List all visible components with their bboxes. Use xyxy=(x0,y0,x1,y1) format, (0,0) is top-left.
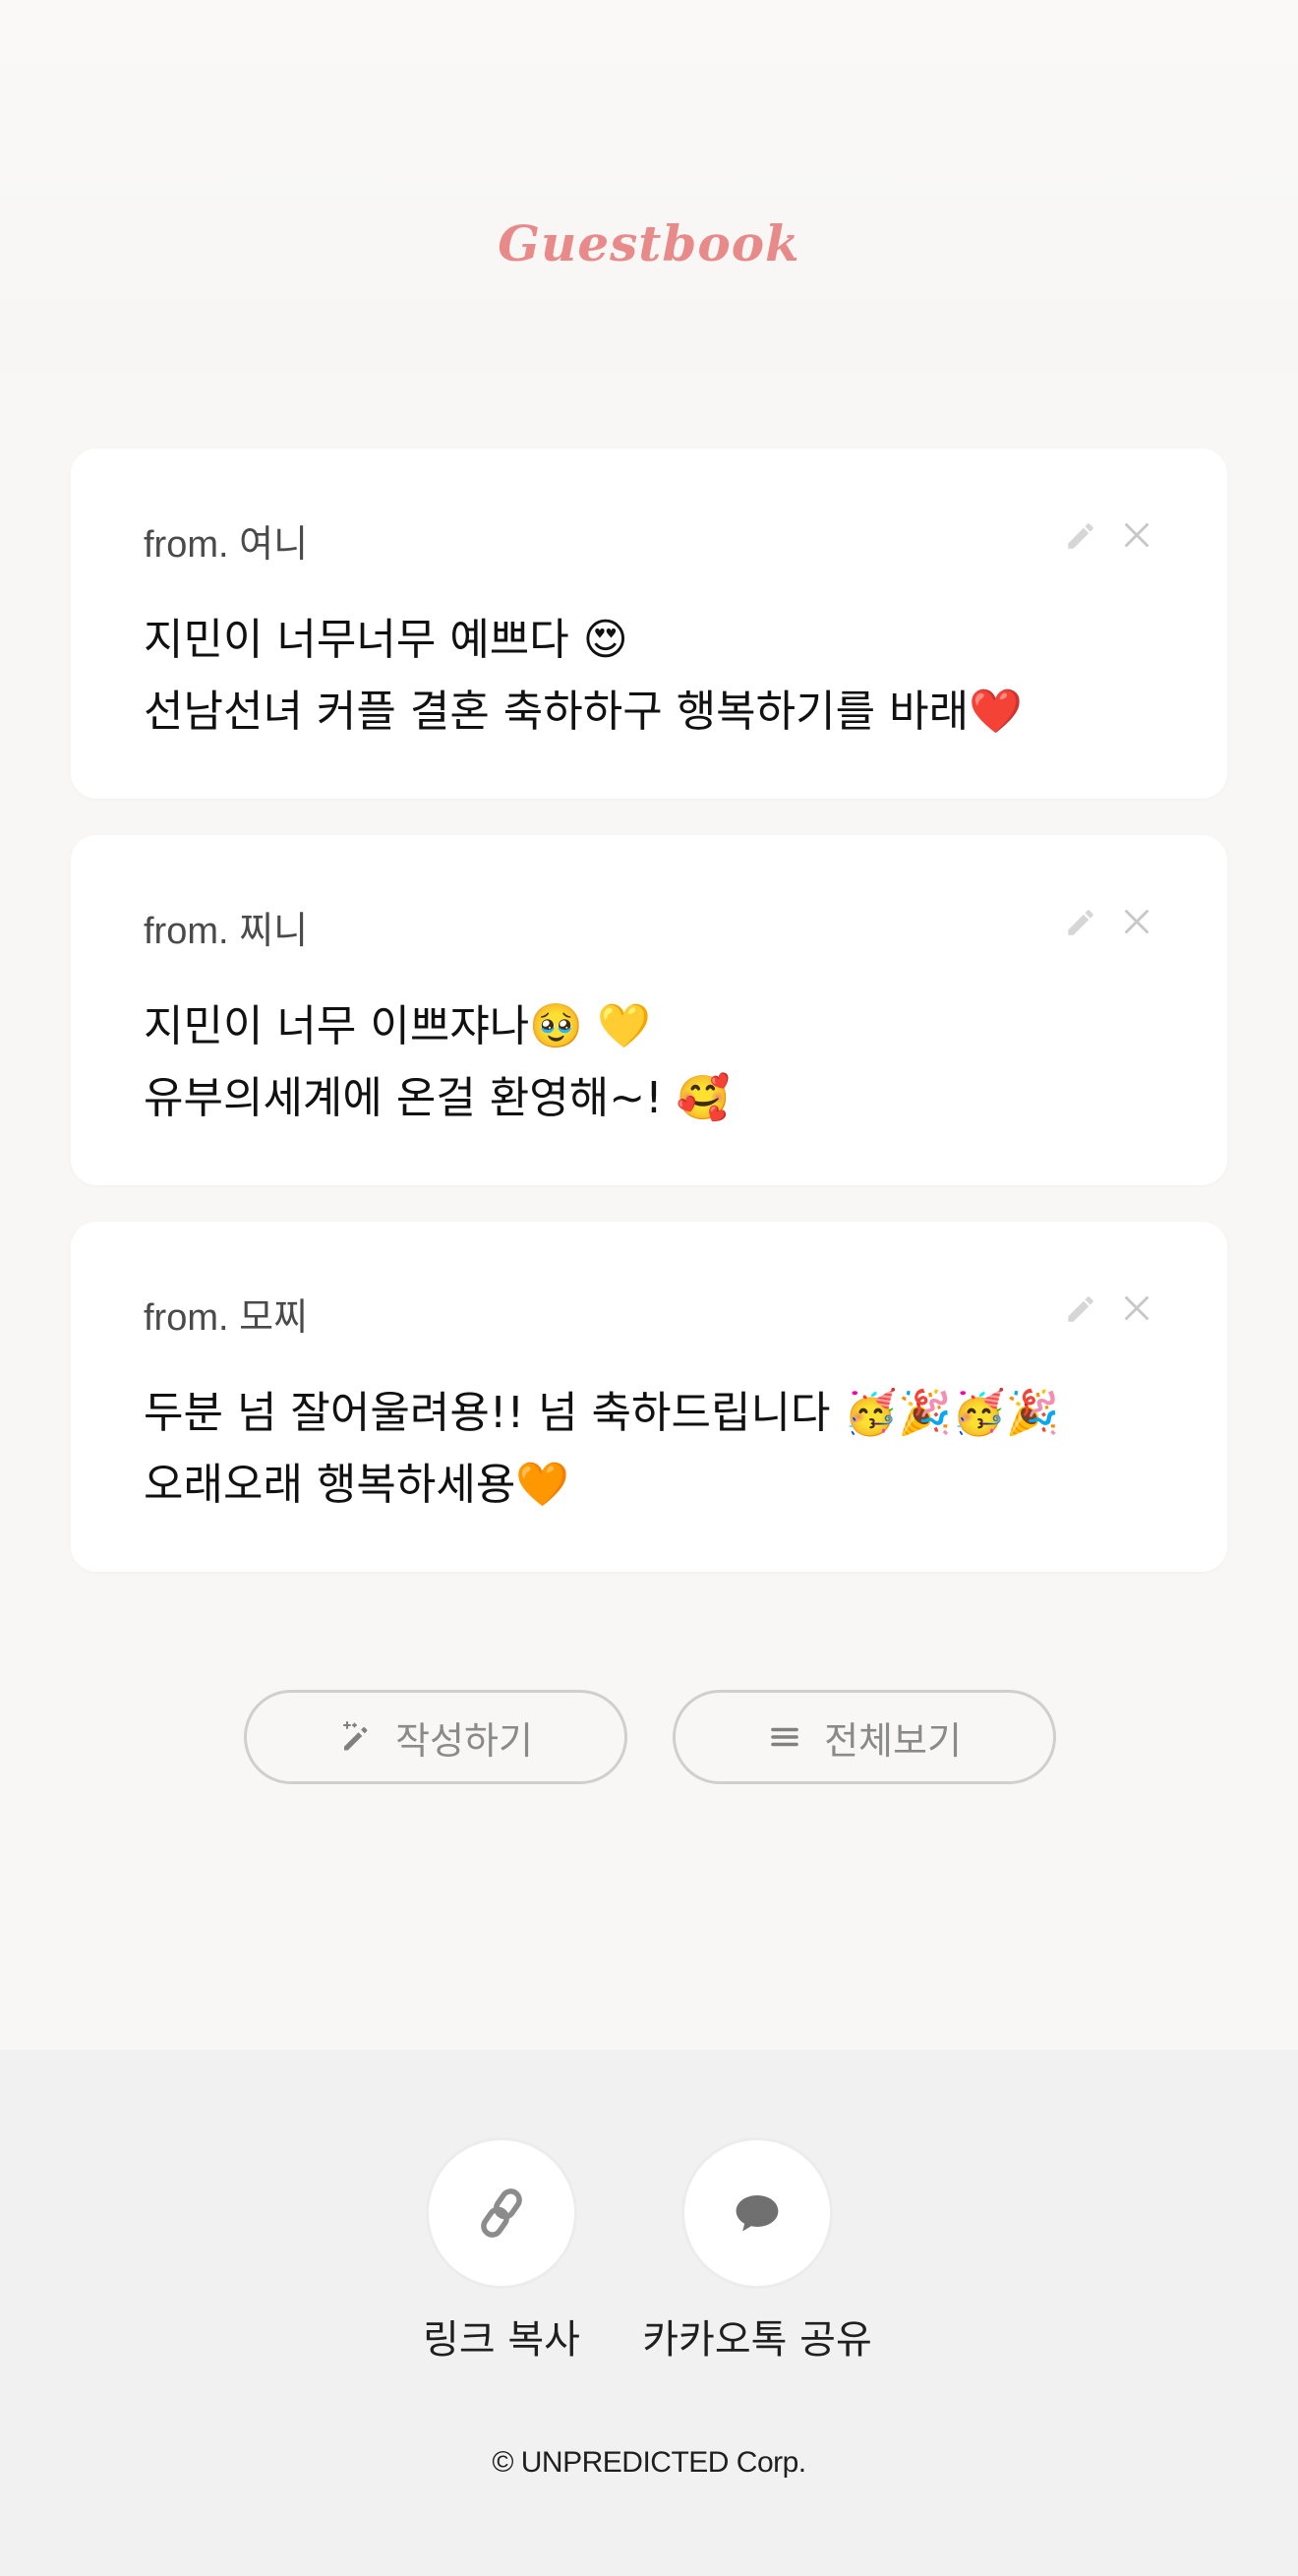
entry-message-line: 오래오래 행복하세용🧡 xyxy=(144,1460,570,1510)
entry-message-line: 지민이 너무 이쁘쟈나🥹 💛 xyxy=(144,1001,651,1051)
view-all-button[interactable]: 전체보기 xyxy=(673,1690,1056,1784)
copy-link-button[interactable]: 링크 복사 xyxy=(374,2140,629,2365)
delete-entry-button[interactable] xyxy=(1119,1290,1154,1326)
kakao-share-button[interactable]: 카카오톡 공유 xyxy=(629,2140,885,2365)
menu-lines-icon xyxy=(771,1727,798,1747)
entry-author: from. 여니 xyxy=(144,524,309,566)
entry-message-line: 지민이 너무너무 예쁘다 😍 xyxy=(144,615,628,665)
page-title: Guestbook xyxy=(498,214,800,272)
write-entry-label: 작성하기 xyxy=(395,1718,533,1763)
pencil-icon xyxy=(1068,910,1093,935)
view-all-label: 전체보기 xyxy=(824,1718,962,1763)
write-entry-button[interactable]: 작성하기 xyxy=(244,1690,627,1784)
header-band xyxy=(0,0,1298,374)
guestbook-entry: from. 여니 지민이 너무너무 예쁘다 😍 선남선녀 커플 결혼 축하하구 … xyxy=(71,449,1227,799)
entry-author: from. 찌니 xyxy=(144,911,309,952)
close-icon xyxy=(1125,523,1149,547)
entry-message: 지민이 너무너무 예쁘다 😍 선남선녀 커플 결혼 축하하구 행복하기를 바래❤… xyxy=(144,604,1166,748)
link-icon xyxy=(481,2188,522,2238)
pencil-icon xyxy=(1068,523,1093,549)
copy-link-circle[interactable] xyxy=(429,2140,574,2286)
magic-pencil-icon xyxy=(343,1720,368,1751)
entry-message: 지민이 너무 이쁘쟈나🥹 💛 유부의세계에 온걸 환영해~! 🥰 xyxy=(144,990,1166,1134)
guestbook-entry: from. 찌니 지민이 너무 이쁘쟈나🥹 💛 유부의세계에 온걸 환영해~! … xyxy=(71,835,1227,1185)
copyright-text: © UNPREDICTED Corp. xyxy=(492,2446,806,2479)
kakao-share-circle[interactable] xyxy=(684,2140,830,2286)
entry-message-line: 유부의세계에 온걸 환영해~! 🥰 xyxy=(144,1073,731,1123)
close-icon xyxy=(1125,910,1149,933)
entry-author: from. 모찌 xyxy=(144,1297,309,1339)
edit-entry-button[interactable] xyxy=(1064,1292,1097,1326)
edit-entry-button[interactable] xyxy=(1064,906,1097,939)
entry-message-line: 선남선녀 커플 결혼 축하하구 행복하기를 바래❤️ xyxy=(144,687,1023,737)
close-icon xyxy=(1125,1296,1149,1320)
guestbook-page: Guestbook from. 여니 지민이 너무너무 예쁘다 😍 선남선녀 커… xyxy=(0,0,1298,2576)
copy-link-label: 링크 복사 xyxy=(423,2317,580,2363)
pencil-icon xyxy=(1068,1296,1093,1322)
speech-bubble-icon xyxy=(736,2195,779,2232)
kakao-share-label: 카카오톡 공유 xyxy=(642,2317,872,2363)
entry-message-line: 두분 넘 잘어울려용!! 넘 축하드립니다 🥳🎉🥳🎉 xyxy=(144,1388,1060,1438)
entry-message: 두분 넘 잘어울려용!! 넘 축하드립니다 🥳🎉🥳🎉 오래오래 행복하세용🧡 xyxy=(144,1377,1166,1521)
edit-entry-button[interactable] xyxy=(1064,519,1097,553)
delete-entry-button[interactable] xyxy=(1119,904,1154,939)
guestbook-entry: from. 모찌 두분 넘 잘어울려용!! 넘 축하드립니다 🥳🎉🥳🎉 오래오래… xyxy=(71,1222,1227,1572)
delete-entry-button[interactable] xyxy=(1119,517,1154,553)
